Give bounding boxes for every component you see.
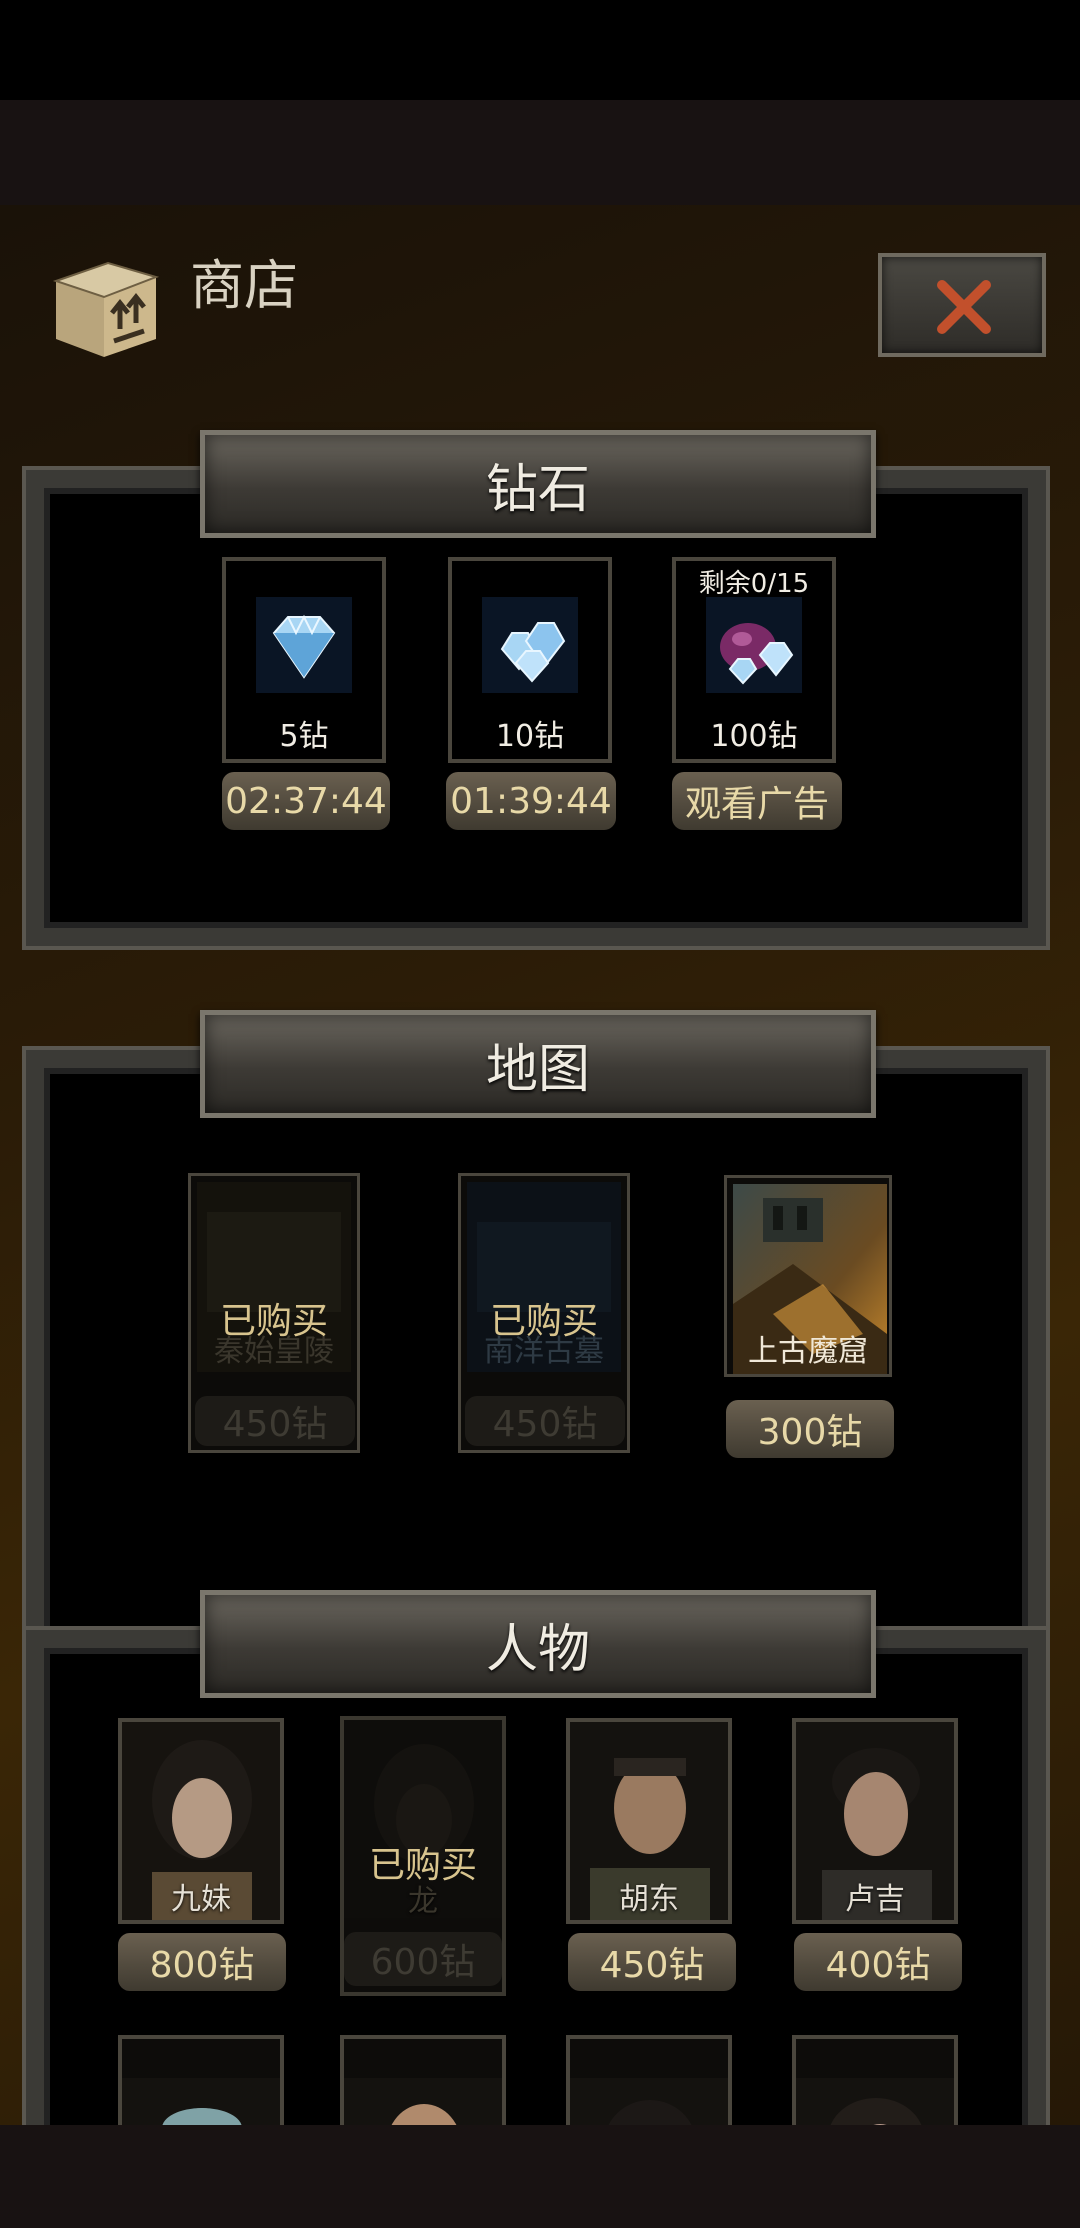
character-portrait	[344, 2078, 502, 2125]
character-card-partial[interactable]	[566, 2035, 732, 2125]
character-price: 600钻	[344, 1932, 502, 1986]
map-card-shanggu[interactable]: 上古魔窟	[724, 1175, 892, 1377]
shop-panel: 商店 钻石 5钻 02:37:44 10钻 01:39:44 剩余0/15 10…	[0, 205, 1080, 2125]
diamond-section-banner: 钻石	[200, 430, 876, 538]
character-card-luji[interactable]: 卢吉	[792, 1718, 958, 1924]
character-buy-button[interactable]: 400钻	[794, 1933, 962, 1991]
diamond-amount: 10钻	[495, 719, 565, 754]
character-card-partial[interactable]	[340, 2035, 506, 2125]
page-title: 商店	[190, 254, 298, 317]
character-name: 龙	[408, 1884, 438, 1919]
top-strip	[0, 100, 1080, 205]
shop-box-icon	[48, 253, 160, 361]
map-price: 450钻	[195, 1396, 355, 1446]
character-section-banner: 人物	[200, 1590, 876, 1698]
diamond-section-title: 钻石	[485, 459, 590, 520]
diamond-timer-1: 02:37:44	[222, 772, 390, 830]
character-name: 卢吉	[845, 1882, 905, 1917]
character-card-long[interactable]: 已购买 龙 600钻	[340, 1716, 506, 1996]
diamond-bag-icon	[706, 597, 802, 693]
character-section-title: 人物	[485, 1619, 590, 1680]
map-price: 450钻	[465, 1396, 625, 1446]
diamond-item-100[interactable]: 剩余0/15 100钻	[672, 557, 836, 763]
character-portrait	[796, 2078, 954, 2125]
purchased-label: 已购买	[489, 1301, 598, 1342]
map-section-banner: 地图	[200, 1010, 876, 1118]
close-icon	[937, 280, 991, 334]
map-name: 上古魔窟	[748, 1334, 868, 1369]
map-card-nanyang[interactable]: 南洋古墓 已购买 450钻	[458, 1173, 630, 1453]
character-portrait	[570, 2078, 728, 2125]
character-name: 九妹	[171, 1882, 231, 1917]
remaining-count: 剩余0/15	[698, 569, 810, 599]
watch-ad-button[interactable]: 观看广告	[672, 772, 842, 830]
character-card-jiumei[interactable]: 九妹	[118, 1718, 284, 1924]
bottom-bar	[0, 2125, 1080, 2228]
diamond-item-10[interactable]: 10钻	[448, 557, 612, 763]
status-bar	[0, 0, 1080, 100]
diamond-pile-icon	[482, 597, 578, 693]
close-button[interactable]	[878, 253, 1046, 357]
diamond-amount: 5钻	[279, 719, 329, 754]
purchased-label: 已购买	[219, 1301, 328, 1342]
character-buy-button[interactable]: 800钻	[118, 1933, 286, 1991]
map-buy-button[interactable]: 300钻	[726, 1400, 894, 1458]
character-portrait	[122, 2078, 280, 2125]
character-card-partial[interactable]	[118, 2035, 284, 2125]
character-buy-button[interactable]: 450钻	[568, 1933, 736, 1991]
character-card-partial[interactable]	[792, 2035, 958, 2125]
diamond-amount: 100钻	[710, 719, 798, 754]
character-card-hudong[interactable]: 胡东	[566, 1718, 732, 1924]
diamond-timer-2: 01:39:44	[446, 772, 616, 830]
map-section-title: 地图	[485, 1039, 590, 1100]
character-name: 胡东	[619, 1882, 679, 1917]
diamond-icon	[256, 597, 352, 693]
diamond-item-5[interactable]: 5钻	[222, 557, 386, 763]
map-card-qin[interactable]: 秦始皇陵 已购买 450钻	[188, 1173, 360, 1453]
